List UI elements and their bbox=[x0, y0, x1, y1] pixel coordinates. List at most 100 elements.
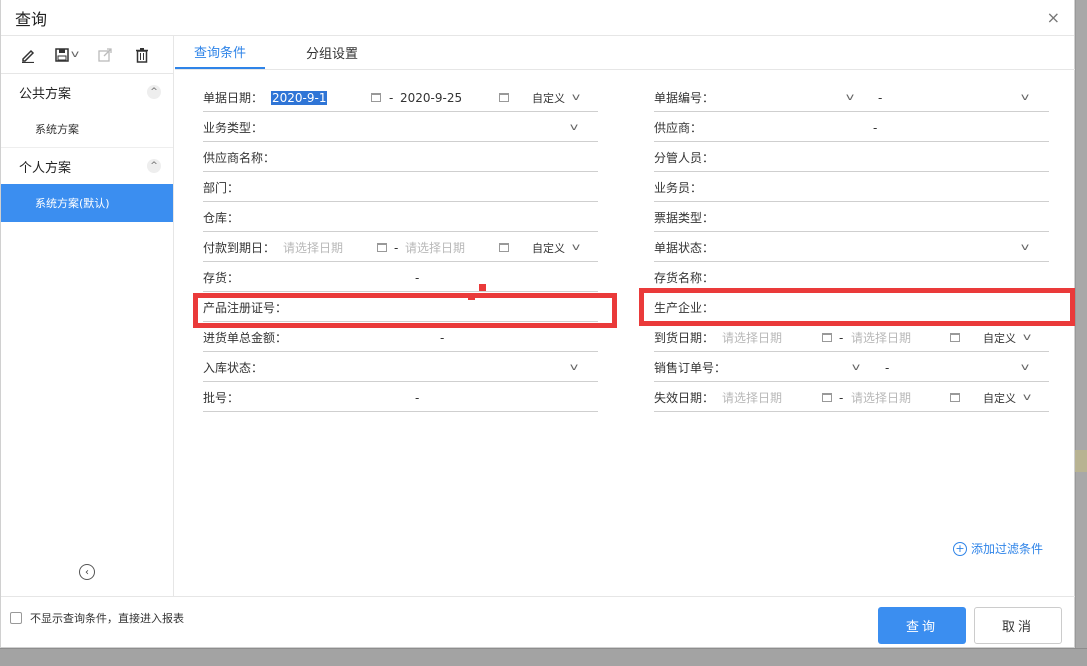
plan-sidebar: v 公共方案 ^ 系统方案 个人方案 ^ 系统方案(默认) ‹ bbox=[1, 36, 174, 596]
cancel-button[interactable]: 取消 bbox=[974, 607, 1062, 644]
field-label: 票据类型： bbox=[654, 211, 715, 225]
field-amount[interactable]: 进货单总金额： - bbox=[203, 324, 598, 352]
chevron-down-icon[interactable]: v bbox=[570, 122, 578, 133]
field-manager[interactable]: 分管人员： bbox=[654, 144, 1049, 172]
custom-range-select[interactable]: 自定义 bbox=[983, 330, 1016, 346]
chevron-down-icon[interactable]: v bbox=[1021, 242, 1029, 253]
field-label: 存货名称： bbox=[654, 271, 715, 285]
field-label: 部门： bbox=[203, 181, 240, 195]
range-separator: - bbox=[440, 330, 445, 345]
field-biz-type[interactable]: 业务类型： v bbox=[203, 114, 598, 142]
field-invoice-type[interactable]: 票据类型： bbox=[654, 204, 1049, 232]
date-from-input[interactable]: 请选择日期 bbox=[283, 239, 343, 256]
chevron-down-icon[interactable]: v bbox=[1021, 92, 1029, 103]
range-separator: - bbox=[839, 330, 844, 345]
highlight-box-reg-no bbox=[193, 293, 617, 328]
date-from-input[interactable]: 请选择日期 bbox=[722, 329, 782, 346]
field-label: 仓库： bbox=[203, 211, 240, 225]
date-from-input[interactable]: 2020-9-1 bbox=[271, 90, 328, 105]
chevron-down-icon[interactable]: v bbox=[572, 242, 580, 253]
background-column bbox=[1075, 0, 1087, 666]
add-filter-label: 添加过滤条件 bbox=[970, 542, 1043, 556]
custom-range-select[interactable]: 自定义 bbox=[983, 390, 1016, 406]
field-supplier[interactable]: 供应商： - bbox=[654, 114, 1049, 142]
date-to-input[interactable]: 请选择日期 bbox=[405, 239, 465, 256]
calendar-icon[interactable] bbox=[822, 333, 832, 342]
field-warehouse[interactable]: 仓库： bbox=[203, 204, 598, 232]
query-dialog: 查询 × v 公共方案 ^ 系统方案 个人方案 ^ 系统方案(默认) ‹ 查询条… bbox=[0, 0, 1075, 648]
chevron-down-icon[interactable]: v bbox=[1021, 362, 1029, 373]
tab-group-settings[interactable]: 分组设置 bbox=[265, 35, 399, 69]
chevron-down-icon: v bbox=[70, 49, 80, 60]
field-doc-date[interactable]: 单据日期： 2020-9-1 - 2020-9-25 自定义 v bbox=[203, 84, 598, 112]
edit-button[interactable] bbox=[13, 43, 42, 67]
close-icon[interactable]: × bbox=[1047, 8, 1060, 27]
field-doc-no[interactable]: 单据编号： v - v bbox=[654, 84, 1049, 112]
field-label: 分管人员： bbox=[654, 151, 715, 165]
skip-conditions-checkbox[interactable] bbox=[10, 612, 22, 624]
calendar-icon[interactable] bbox=[499, 93, 509, 102]
field-dept[interactable]: 部门： bbox=[203, 174, 598, 202]
field-label: 供应商： bbox=[654, 121, 703, 135]
custom-range-select[interactable]: 自定义 bbox=[532, 90, 565, 106]
plan-toolbar: v bbox=[1, 36, 173, 74]
plan-item-system-default[interactable]: 系统方案(默认) bbox=[1, 184, 173, 222]
field-batch[interactable]: 批号： - bbox=[203, 384, 598, 412]
field-label: 到货日期： bbox=[654, 331, 715, 345]
export-button[interactable] bbox=[90, 43, 119, 67]
personal-plans-group[interactable]: 个人方案 ^ bbox=[1, 148, 173, 184]
date-to-input[interactable]: 2020-9-25 bbox=[400, 91, 462, 105]
chevron-down-icon[interactable]: v bbox=[1023, 332, 1031, 343]
date-to-input[interactable]: 请选择日期 bbox=[851, 389, 911, 406]
calendar-icon[interactable] bbox=[371, 93, 381, 102]
skip-conditions-option[interactable]: 不显示查询条件，直接进入报表 bbox=[10, 610, 184, 626]
group-label: 公共方案 bbox=[19, 86, 72, 102]
field-due-date[interactable]: 付款到期日： 请选择日期 - 请选择日期 自定义 v bbox=[203, 234, 598, 262]
field-doc-status[interactable]: 单据状态： v bbox=[654, 234, 1049, 262]
field-stock[interactable]: 存货： - bbox=[203, 264, 598, 292]
add-filter-button[interactable]: + 添加过滤条件 bbox=[952, 540, 1043, 557]
chevron-up-icon[interactable]: ^ bbox=[147, 159, 161, 173]
field-in-status[interactable]: 入库状态： v bbox=[203, 354, 598, 382]
chevron-down-icon[interactable]: v bbox=[570, 362, 578, 373]
tab-bar: 查询条件 分组设置 bbox=[175, 36, 1075, 70]
field-arrival-date[interactable]: 到货日期： 请选择日期 - 请选择日期 自定义 v bbox=[654, 324, 1049, 352]
trash-icon bbox=[135, 47, 148, 63]
field-label: 单据状态： bbox=[654, 241, 715, 255]
delete-button[interactable] bbox=[127, 43, 156, 67]
custom-range-select[interactable]: 自定义 bbox=[532, 240, 565, 256]
field-label: 业务类型： bbox=[203, 121, 264, 135]
public-plans-group[interactable]: 公共方案 ^ bbox=[1, 74, 173, 110]
field-expiry[interactable]: 失效日期： 请选择日期 - 请选择日期 自定义 v bbox=[654, 384, 1049, 412]
save-dropdown-button[interactable]: v bbox=[50, 43, 82, 67]
chevron-down-icon[interactable]: v bbox=[852, 362, 860, 373]
calendar-icon[interactable] bbox=[822, 393, 832, 402]
chevron-up-icon[interactable]: ^ bbox=[147, 85, 161, 99]
field-so-no[interactable]: 销售订单号： v - v bbox=[654, 354, 1049, 382]
calendar-icon[interactable] bbox=[950, 393, 960, 402]
calendar-icon[interactable] bbox=[377, 243, 387, 252]
range-separator: - bbox=[873, 120, 878, 135]
field-label: 入库状态： bbox=[203, 361, 264, 375]
pencil-icon bbox=[21, 49, 34, 63]
calendar-icon[interactable] bbox=[950, 333, 960, 342]
field-supplier-name[interactable]: 供应商名称： bbox=[203, 144, 598, 172]
plan-item-system[interactable]: 系统方案 bbox=[1, 110, 173, 148]
date-from-input[interactable]: 请选择日期 bbox=[722, 389, 782, 406]
collapse-sidebar-icon[interactable]: ‹ bbox=[79, 564, 95, 580]
field-label: 单据编号： bbox=[654, 91, 715, 105]
share-icon bbox=[97, 47, 112, 62]
field-label: 存货： bbox=[203, 271, 240, 285]
range-separator: - bbox=[394, 240, 399, 255]
calendar-icon[interactable] bbox=[499, 243, 509, 252]
chevron-down-icon[interactable]: v bbox=[1023, 392, 1031, 403]
highlight-handle bbox=[468, 293, 475, 300]
query-button[interactable]: 查询 bbox=[878, 607, 966, 644]
chevron-down-icon[interactable]: v bbox=[846, 92, 854, 103]
tab-query-conditions[interactable]: 查询条件 bbox=[175, 35, 265, 69]
field-salesman[interactable]: 业务员： bbox=[654, 174, 1049, 202]
field-label: 供应商名称： bbox=[203, 151, 276, 165]
chevron-down-icon[interactable]: v bbox=[572, 92, 580, 103]
date-to-input[interactable]: 请选择日期 bbox=[851, 329, 911, 346]
range-separator: - bbox=[839, 390, 844, 405]
